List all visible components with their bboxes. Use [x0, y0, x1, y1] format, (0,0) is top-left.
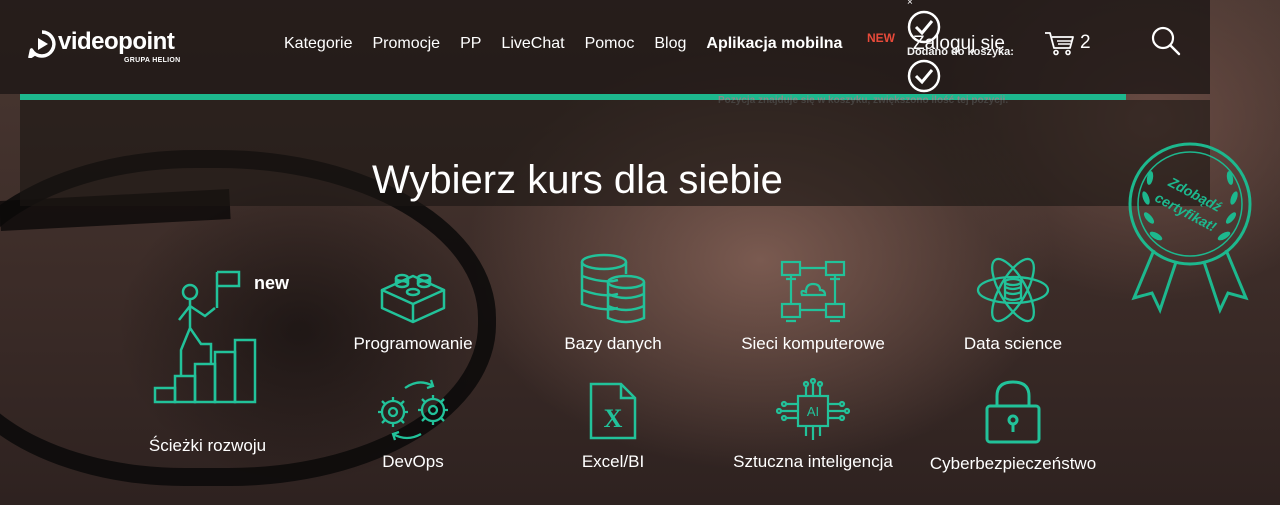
category-label: Cyberbezpieczeństwo	[929, 454, 1097, 473]
popup-title: Dodano do koszyka:	[907, 46, 1014, 58]
category-label: Ścieżki rozwoju	[148, 436, 267, 455]
certificate-badge[interactable]: Zdobądź certyfikat!	[1124, 138, 1256, 320]
cart-icon	[1045, 32, 1074, 56]
search-icon	[1151, 26, 1181, 56]
nav-item-pomoc[interactable]: Pomoc	[585, 35, 635, 53]
logo-text: videopoint	[58, 28, 175, 55]
category-label: Programowanie	[353, 334, 473, 353]
category-sieci-komputerowe[interactable]: Sieci komputerowe	[728, 258, 898, 354]
page-title: Wybierz kurs dla siebie	[372, 157, 783, 202]
main-nav: Kategorie Promocje PP LiveChat Pomoc Blo…	[284, 35, 846, 53]
building-blocks-icon	[380, 273, 446, 324]
network-icon	[780, 260, 846, 323]
ai-chip-icon: AI	[776, 378, 850, 440]
videopoint-logo-icon	[28, 30, 56, 58]
category-label: DevOps	[382, 452, 444, 471]
search-button[interactable]	[1150, 25, 1182, 57]
check-circle-icon	[907, 59, 941, 93]
popup-close-button[interactable]: ×	[907, 0, 913, 8]
category-devops[interactable]: DevOps	[338, 376, 488, 472]
database-icon	[580, 253, 646, 324]
logo-subtitle: GRUPA HELION	[124, 57, 181, 64]
category-sztuczna-inteligencja[interactable]: AI Sztuczna inteligencja	[718, 378, 908, 472]
category-data-science[interactable]: Data science	[938, 254, 1088, 354]
category-label: Data science	[963, 334, 1063, 353]
check-circle-icon	[907, 10, 941, 44]
svg-text:X: X	[604, 404, 623, 433]
category-programowanie[interactable]: Programowanie	[338, 262, 488, 354]
nav-item-pp[interactable]: PP	[460, 35, 481, 53]
atom-icon	[976, 257, 1050, 323]
category-excel-bi[interactable]: X Excel/BI	[538, 380, 688, 472]
logo[interactable]: videopoint GRUPA HELION	[28, 28, 180, 64]
cart-count: 2	[1080, 32, 1091, 53]
excel-file-icon: X	[589, 382, 637, 440]
nav-item-promocje[interactable]: Promocje	[373, 35, 441, 53]
nav-item-kategorie[interactable]: Kategorie	[284, 35, 353, 53]
cart-button[interactable]: 2	[1044, 30, 1091, 56]
nav-item-blog[interactable]: Blog	[654, 35, 686, 53]
category-label: Sztuczna inteligencja	[733, 452, 893, 471]
nav-item-livechat[interactable]: LiveChat	[501, 35, 564, 53]
padlock-icon	[985, 380, 1041, 444]
category-label: Excel/BI	[581, 452, 645, 471]
category-label: Sieci komputerowe	[741, 334, 885, 353]
category-cyberbezpieczenstwo[interactable]: Cyberbezpieczeństwo	[923, 378, 1103, 474]
career-path-icon	[153, 270, 256, 404]
certificate-rosette-icon: Zdobądź certyfikat!	[1128, 142, 1252, 315]
svg-text:AI: AI	[807, 404, 819, 419]
category-bazy-danych[interactable]: Bazy danych	[538, 252, 688, 354]
nav-item-mobile-app[interactable]: Aplikacja mobilna	[706, 35, 842, 53]
gears-icon	[378, 379, 448, 441]
new-badge: NEW	[867, 31, 895, 45]
category-sciezki-rozwoju[interactable]: Ścieżki rozwoju	[140, 268, 275, 456]
category-label: Bazy danych	[564, 334, 662, 353]
